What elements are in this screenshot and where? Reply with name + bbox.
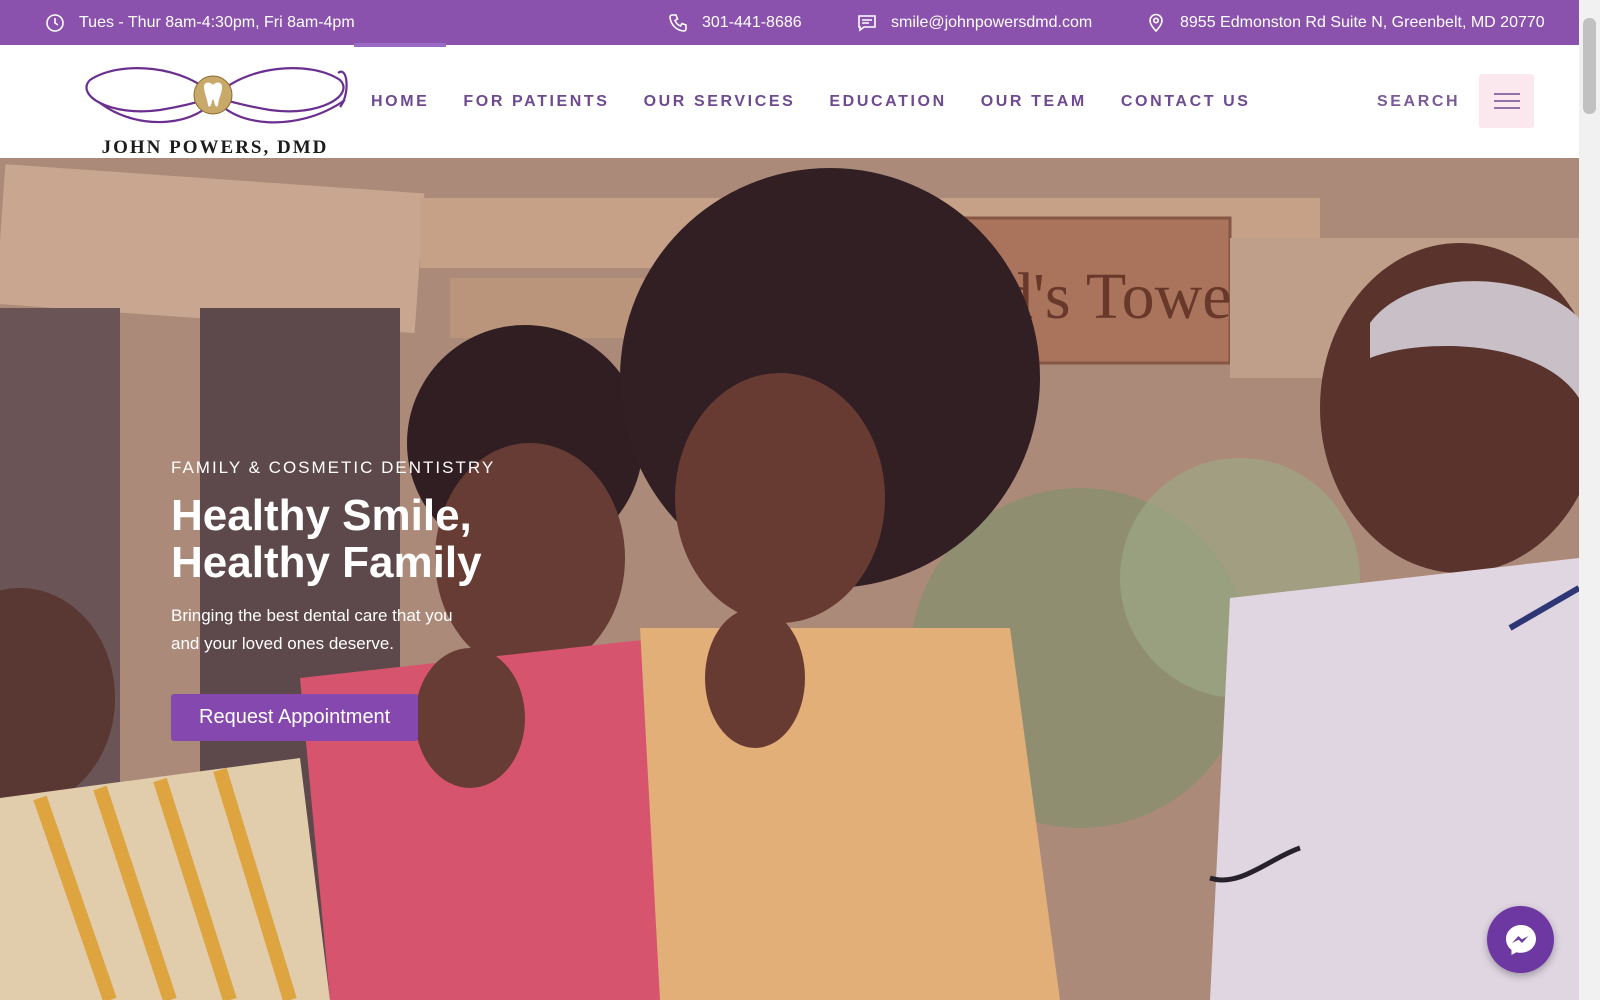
nav-our-team[interactable]: OUR TEAM xyxy=(964,45,1104,158)
menu-button[interactable] xyxy=(1479,74,1534,128)
main-nav: HOME FOR PATIENTS OUR SERVICES EDUCATION… xyxy=(354,43,1268,158)
page-scrollbar[interactable] xyxy=(1579,0,1600,1000)
messenger-icon xyxy=(1505,924,1536,955)
scrollbar-thumb[interactable] xyxy=(1583,18,1596,114)
hours-text: Tues - Thur 8am-4:30pm, Fri 8am-4pm xyxy=(79,13,355,31)
top-info-bar: Tues - Thur 8am-4:30pm, Fri 8am-4pm 301-… xyxy=(0,0,1579,45)
hero-content: FAMILY & COSMETIC DENTISTRY Healthy Smil… xyxy=(171,458,511,741)
hamburger-menu-icon xyxy=(1493,93,1520,109)
site-logo[interactable]: JOHN POWERS, DMD xyxy=(80,55,350,158)
address-text: 8955 Edmonston Rd Suite N, Greenbelt, MD… xyxy=(1180,13,1545,31)
clock-icon xyxy=(46,13,64,32)
search-link[interactable]: SEARCH xyxy=(1377,45,1460,158)
phone-text: 301-441-8686 xyxy=(702,13,802,31)
hero-subtext: Bringing the best dental care that you a… xyxy=(171,606,453,653)
nav-for-patients[interactable]: FOR PATIENTS xyxy=(446,45,626,158)
logo-tooth-icon xyxy=(85,67,348,124)
hours-info: Tues - Thur 8am-4:30pm, Fri 8am-4pm xyxy=(45,0,355,45)
email-text: smile@johnpowersdmd.com xyxy=(891,13,1093,31)
hero-headline: Healthy Smile, Healthy Family xyxy=(171,491,482,587)
hero-section: Ted's Tower FAMILY & COSMETIC DENTISTRY … xyxy=(0,158,1579,1000)
address-link[interactable]: 8955 Edmonston Rd Suite N, Greenbelt, MD… xyxy=(1146,0,1545,45)
nav-education[interactable]: EDUCATION xyxy=(812,45,963,158)
nav-our-services[interactable]: OUR SERVICES xyxy=(627,45,813,158)
messenger-chat-button[interactable] xyxy=(1487,906,1554,973)
logo-text: JOHN POWERS, DMD xyxy=(101,137,329,158)
email-link[interactable]: smile@johnpowersdmd.com xyxy=(857,0,1092,45)
message-icon xyxy=(858,14,876,32)
phone-icon xyxy=(669,13,687,32)
location-pin-icon xyxy=(1149,13,1163,32)
phone-link[interactable]: 301-441-8686 xyxy=(668,0,802,45)
nav-contact-us[interactable]: CONTACT US xyxy=(1104,45,1268,158)
hero-eyebrow: FAMILY & COSMETIC DENTISTRY xyxy=(171,458,496,477)
nav-home[interactable]: HOME xyxy=(354,43,447,158)
request-appointment-button[interactable]: Request Appointment xyxy=(171,694,419,741)
site-header: JOHN POWERS, DMD HOME FOR PATIENTS OUR S… xyxy=(0,43,1579,158)
